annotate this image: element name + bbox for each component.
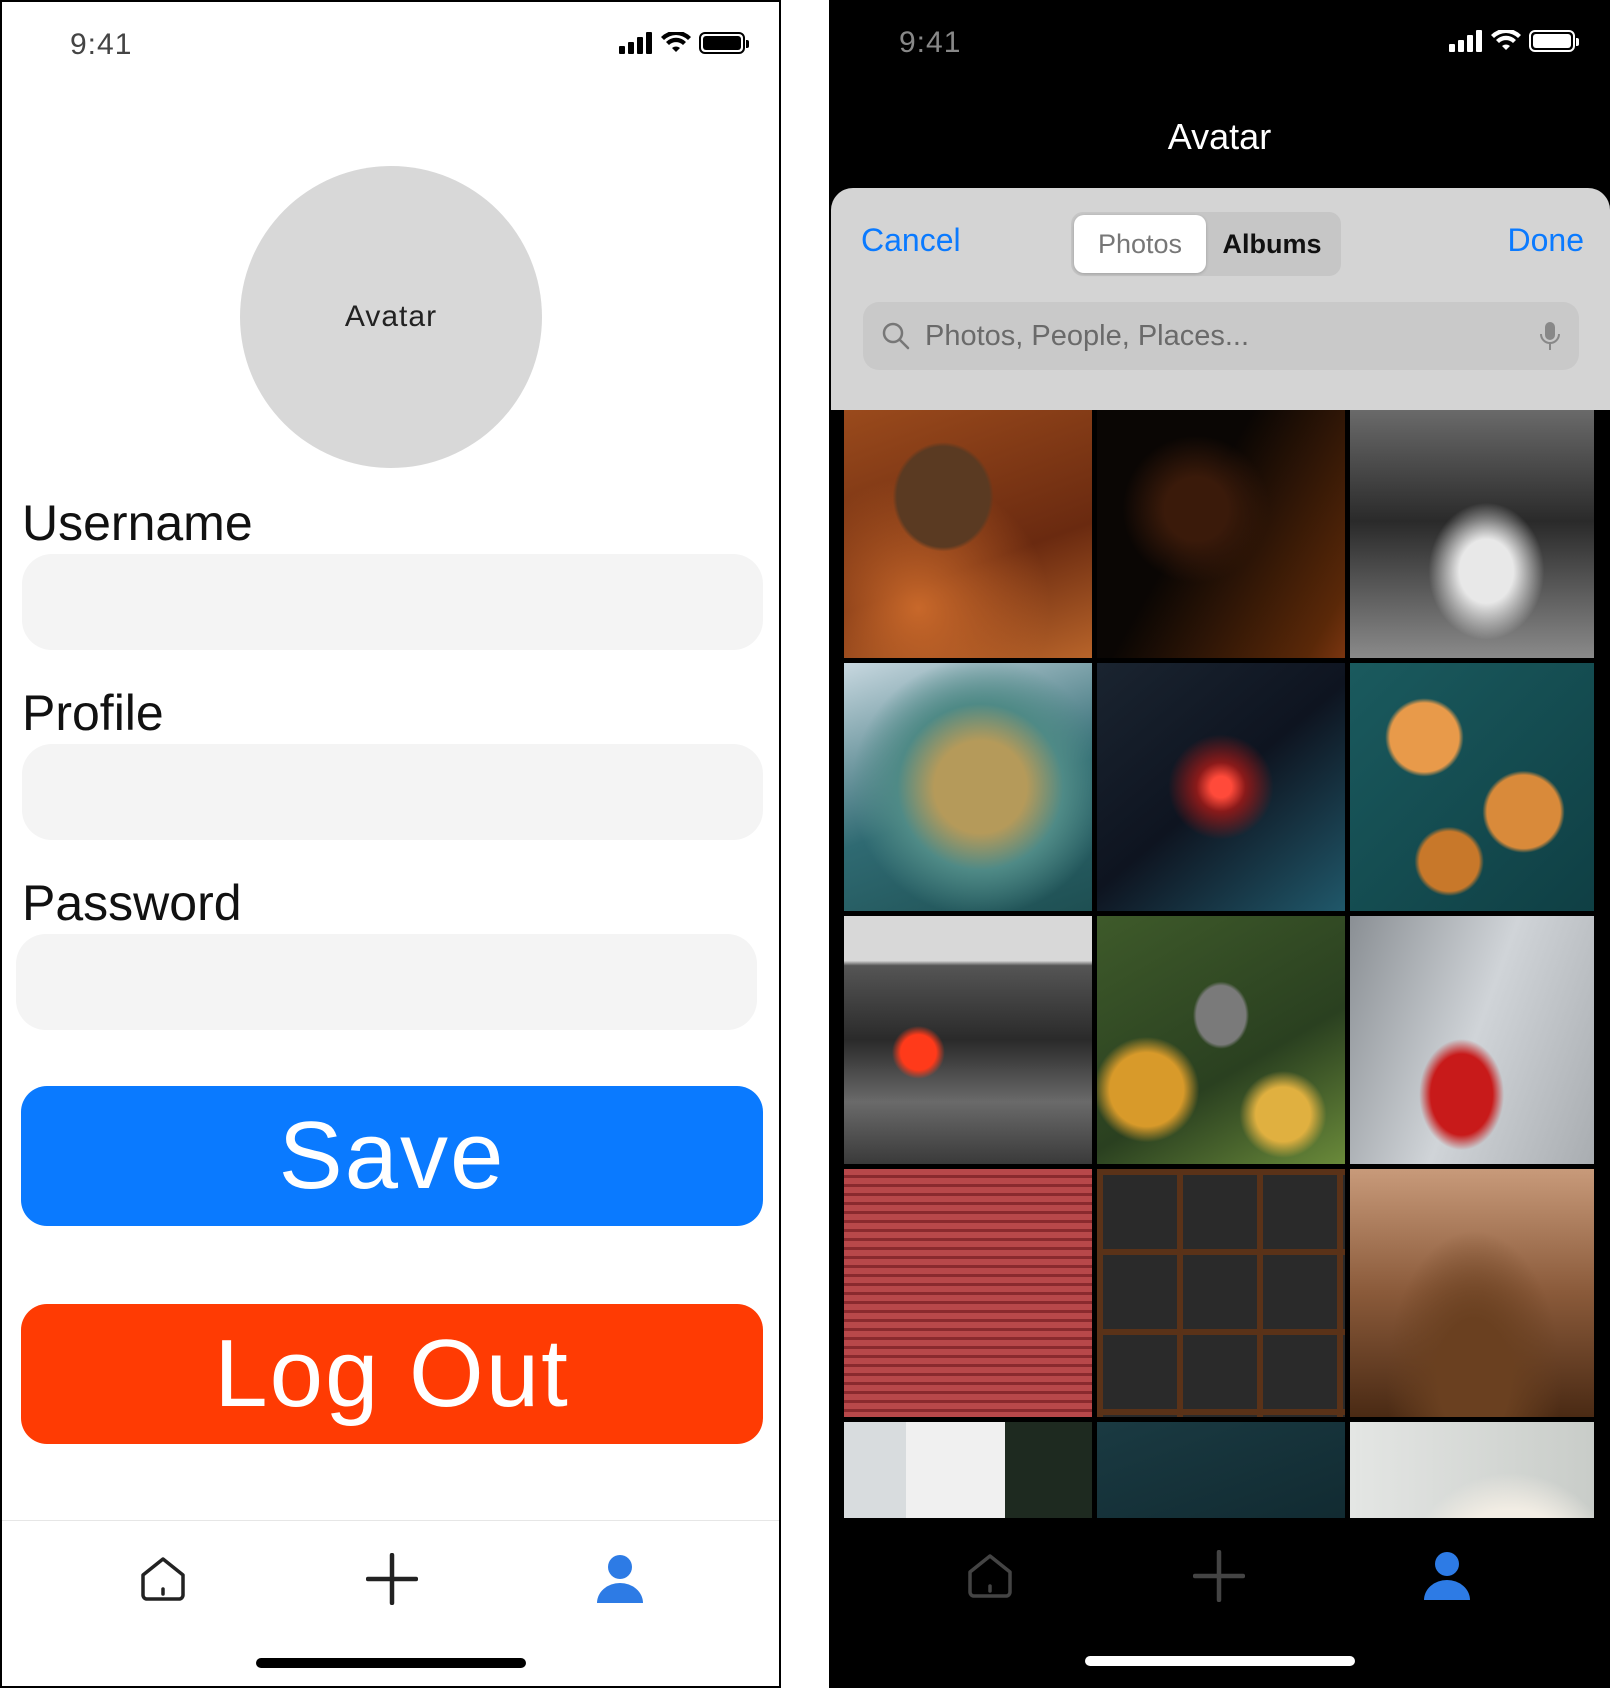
person-icon [597,1555,643,1603]
home-icon [968,1554,1012,1598]
photo-thumbnail[interactable] [1097,663,1345,911]
logout-button[interactable]: Log Out [21,1304,763,1444]
wifi-icon [1491,30,1521,50]
photo-thumbnail[interactable] [1350,663,1594,911]
search-input[interactable] [925,319,1525,353]
photo-thumbnail[interactable] [1350,916,1594,1164]
signal-icon [1449,30,1482,52]
tab-profile[interactable] [590,1549,650,1609]
tab-add[interactable] [1189,1546,1249,1606]
tab-bar [2,1520,779,1686]
photo-picker-screen: 9:41 Avatar Cancel Photos Albums Done Ph… [829,0,1610,1688]
photo-thumbnail[interactable] [844,410,1092,658]
tab-add[interactable] [362,1549,422,1609]
avatar-label: Avatar [344,300,438,333]
profile-field[interactable] [22,744,763,840]
cancel-button[interactable]: Cancel [861,222,961,259]
status-time: 9:41 [70,28,133,61]
wifi-icon [661,32,691,52]
tab-bar [829,1518,1610,1688]
photo-thumbnail[interactable]: 4 [844,1422,1092,1518]
done-button[interactable]: Done [1508,222,1585,259]
status-icons [1449,30,1579,52]
status-icons [619,32,749,54]
photo-thumbnail[interactable] [1097,410,1345,658]
tab-home[interactable] [960,1546,1020,1606]
avatar-placeholder[interactable]: Avatar [240,166,542,468]
segment-photos[interactable]: Photos [1074,215,1206,273]
profile-screen: 9:41 Avatar Username Profile Password Sa… [0,0,781,1688]
photo-thumbnail[interactable] [1350,1422,1594,1518]
photo-picker-header: Cancel Photos Albums Done [831,188,1610,410]
plus-icon [366,1553,418,1605]
home-indicator[interactable] [255,1658,526,1668]
segmented-control: Photos Albums [1071,212,1341,276]
home-icon [141,1557,185,1601]
photo-thumbnail[interactable] [1097,916,1345,1164]
username-label: Username [22,495,253,551]
battery-icon [1529,30,1579,52]
status-time: 9:41 [899,26,962,59]
photo-thumbnail[interactable] [1350,410,1594,658]
password-field[interactable] [16,934,757,1030]
home-indicator[interactable] [1084,1656,1355,1666]
photo-thumbnail[interactable] [1350,1169,1594,1417]
segment-albums[interactable]: Albums [1206,215,1338,273]
battery-icon [699,32,749,54]
username-field[interactable] [22,554,763,650]
person-icon [1424,1552,1470,1600]
save-button[interactable]: Save [21,1086,763,1226]
photo-thumbnail[interactable] [844,916,1092,1164]
signal-icon [619,32,652,54]
photo-thumbnail[interactable] [1097,1422,1345,1518]
search-bar [863,302,1579,370]
photo-grid: 4 [844,410,1594,1518]
password-label: Password [22,875,242,931]
tab-home[interactable] [133,1549,193,1609]
photo-thumbnail[interactable] [844,1169,1092,1417]
plus-icon [1193,1550,1245,1602]
tab-profile[interactable] [1417,1546,1477,1606]
microphone-icon[interactable] [1539,320,1561,352]
nav-title: Avatar [1167,116,1272,157]
search-icon [882,322,910,350]
photo-thumbnail[interactable] [1097,1169,1345,1417]
photo-thumbnail[interactable] [844,663,1092,911]
profile-label: Profile [22,685,164,741]
